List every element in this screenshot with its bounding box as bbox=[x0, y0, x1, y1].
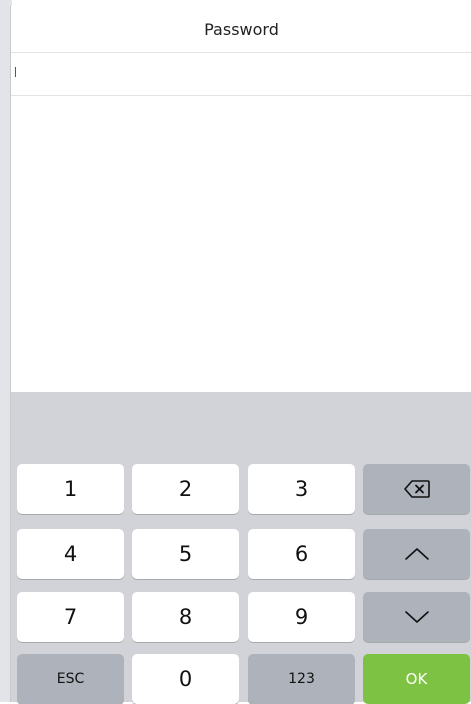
key-3[interactable]: 3 bbox=[248, 464, 355, 514]
key-1[interactable]: 1 bbox=[17, 464, 124, 514]
esc-button[interactable]: ESC bbox=[17, 654, 124, 704]
backspace-button[interactable] bbox=[363, 464, 470, 514]
text-caret bbox=[15, 67, 16, 77]
key-4[interactable]: 4 bbox=[17, 529, 124, 579]
page-title: Password bbox=[11, 6, 471, 53]
key-9[interactable]: 9 bbox=[248, 592, 355, 642]
ok-button[interactable]: OK bbox=[363, 654, 470, 704]
key-0[interactable]: 0 bbox=[132, 654, 239, 704]
chevron-down-icon bbox=[404, 610, 430, 624]
key-2[interactable]: 2 bbox=[132, 464, 239, 514]
mode-toggle-button[interactable]: 123 bbox=[248, 654, 355, 704]
numeric-keypad: 1 2 3 4 5 6 7 8 9 ESC 0 123 OK bbox=[11, 392, 471, 704]
key-8[interactable]: 8 bbox=[132, 592, 239, 642]
chevron-up-icon bbox=[404, 547, 430, 561]
key-7[interactable]: 7 bbox=[17, 592, 124, 642]
password-screen: Password 1 2 3 4 5 6 7 8 9 ESC 0 123 OK bbox=[10, 6, 471, 704]
up-button[interactable] bbox=[363, 529, 470, 579]
backspace-icon bbox=[403, 480, 430, 498]
key-6[interactable]: 6 bbox=[248, 529, 355, 579]
key-5[interactable]: 5 bbox=[132, 529, 239, 579]
password-input[interactable] bbox=[11, 53, 471, 96]
down-button[interactable] bbox=[363, 592, 470, 642]
